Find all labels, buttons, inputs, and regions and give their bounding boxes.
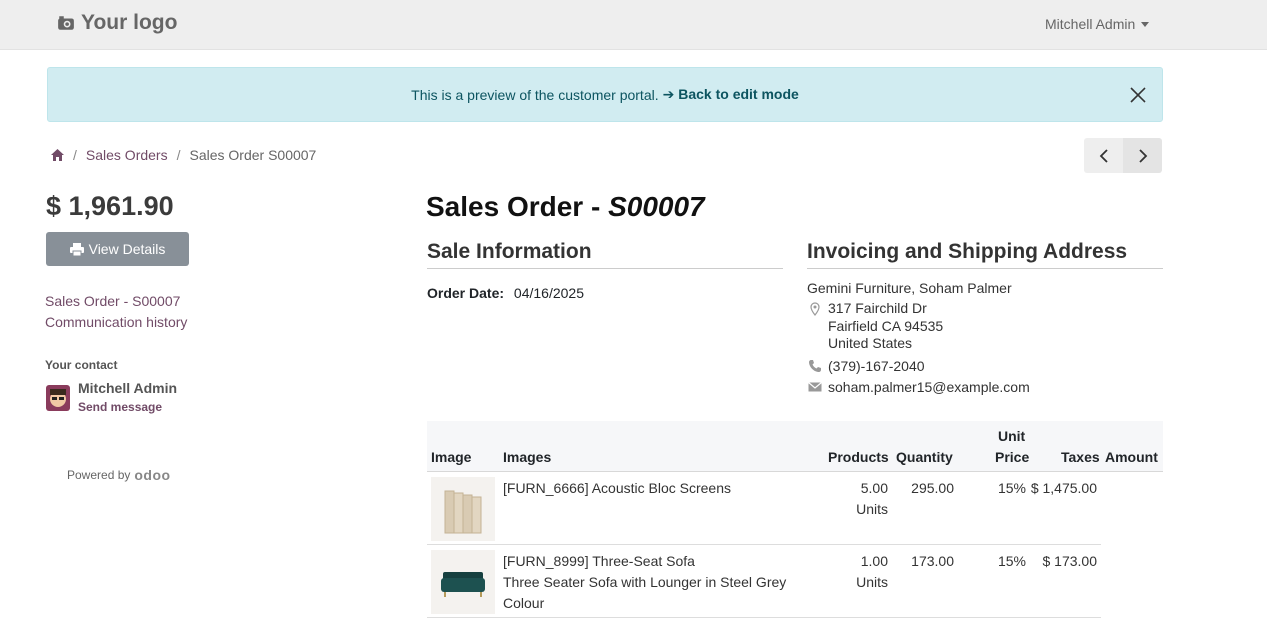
next-button[interactable] — [1123, 138, 1162, 173]
contact-name: Mitchell Admin — [78, 380, 178, 396]
alert-message: This is a preview of the customer portal… — [411, 86, 659, 103]
breadcrumb-separator: / — [73, 147, 77, 163]
quantity-value: 5.00 — [860, 480, 888, 496]
product-image — [431, 477, 495, 541]
column-header-taxes: Taxes — [1061, 449, 1100, 465]
product-name: [FURN_6666] Acoustic Bloc Screens — [503, 480, 731, 496]
order-date: Order Date: 04/16/2025 — [427, 285, 584, 301]
table-header: Image Images Products Quantity Unit Pric… — [427, 421, 1163, 472]
table-row[interactable]: [FURN_6666] Acoustic Bloc Screens 5.00 U… — [427, 472, 1101, 545]
column-header-amount: Amount — [1105, 449, 1158, 465]
address-street: 317 Fairchild Dr — [828, 300, 927, 316]
product-description: Three Seater Sofa with Lounger in Steel … — [503, 574, 787, 590]
view-details-button[interactable]: View Details — [46, 232, 189, 266]
top-navbar: Your logo Mitchell Admin — [0, 0, 1267, 50]
close-icon[interactable] — [1128, 85, 1148, 105]
record-pager — [1084, 138, 1163, 173]
map-marker-icon — [810, 302, 820, 316]
home-icon[interactable] — [51, 149, 64, 161]
address-phone: (379)-167-2040 — [828, 358, 925, 374]
column-header-price: Price — [995, 449, 1030, 465]
table-row[interactable]: [FURN_8999] Three-Seat Sofa Three Seater… — [427, 545, 1101, 618]
column-header-products: Products — [828, 449, 889, 465]
page-title-ref: S00007 — [608, 191, 705, 222]
quantity-value: 1.00 — [860, 553, 888, 569]
user-menu[interactable]: Mitchell Admin — [1045, 16, 1150, 32]
breadcrumb-sales-orders[interactable]: Sales Orders — [86, 147, 168, 163]
taxes-value: 15% — [997, 480, 1026, 496]
previous-button[interactable] — [1084, 138, 1123, 173]
print-icon — [69, 242, 84, 256]
caret-down-icon — [1141, 21, 1150, 27]
unit-price-value: 295.00 — [911, 480, 954, 496]
address-country: United States — [828, 335, 913, 351]
back-to-edit-link[interactable]: ➔ Back to edit mode — [663, 86, 799, 103]
product-description-continued: Colour — [503, 595, 545, 611]
order-date-value: 04/16/2025 — [513, 285, 584, 301]
product-image — [431, 550, 495, 614]
breadcrumb-separator: / — [176, 147, 181, 163]
amount-value: $ 1,475.00 — [1030, 480, 1097, 496]
order-date-label: Order Date: — [427, 285, 505, 301]
contact-label: Your contact — [45, 358, 118, 372]
phone-icon — [809, 360, 821, 372]
page-title-prefix: Sales Order - — [426, 191, 609, 222]
amount-value: $ 173.00 — [1042, 553, 1098, 569]
address-city: Fairfield CA 94535 — [828, 318, 944, 334]
taxes-value: 15% — [997, 553, 1026, 569]
column-header-images: Images — [503, 449, 552, 465]
page-title: Sales Order - S00007 — [426, 191, 705, 223]
logo[interactable]: Your logo — [57, 11, 177, 35]
column-header-quantity: Quantity — [896, 449, 953, 465]
order-total-amount: $ 1,961.90 — [46, 191, 174, 221]
order-lines-table: Image Images Products Quantity Unit Pric… — [427, 421, 1163, 618]
address-email: soham.palmer15@example.com — [828, 379, 1030, 395]
address-heading: Invoicing and Shipping Address — [807, 240, 1163, 269]
preview-alert: This is a preview of the customer portal… — [47, 67, 1163, 122]
quantity-uom: Units — [856, 574, 888, 590]
sidebar-link-sales-order[interactable]: Sales Order - S00007 — [45, 293, 180, 309]
send-message-link[interactable]: Send message — [78, 400, 162, 414]
avatar — [46, 385, 70, 411]
sidebar-link-communication-history[interactable]: Communication history — [45, 314, 187, 330]
view-details-label: View Details — [88, 241, 166, 257]
user-menu-name: Mitchell Admin — [1045, 16, 1136, 32]
column-header-image: Image — [431, 449, 472, 465]
quantity-uom: Units — [856, 501, 888, 517]
column-header-unit: Unit — [998, 428, 1026, 444]
chevron-right-icon — [1138, 148, 1147, 163]
product-name: [FURN_8999] Three-Seat Sofa — [503, 553, 695, 569]
breadcrumb: / Sales Orders / Sales Order S00007 — [51, 147, 316, 163]
chevron-left-icon — [1099, 148, 1108, 163]
camera-icon — [58, 16, 74, 30]
logo-text: Your logo — [81, 11, 178, 34]
unit-price-value: 173.00 — [911, 553, 954, 569]
odoo-logo[interactable]: odoo — [134, 467, 170, 483]
address-name: Gemini Furniture, Soham Palmer — [807, 280, 1012, 296]
powered-by-text: Powered by — [67, 468, 131, 482]
envelope-icon — [808, 382, 822, 392]
breadcrumb-current: Sales Order S00007 — [189, 147, 317, 163]
sale-information-heading: Sale Information — [427, 240, 783, 269]
powered-by: Powered by odoo — [67, 467, 171, 483]
